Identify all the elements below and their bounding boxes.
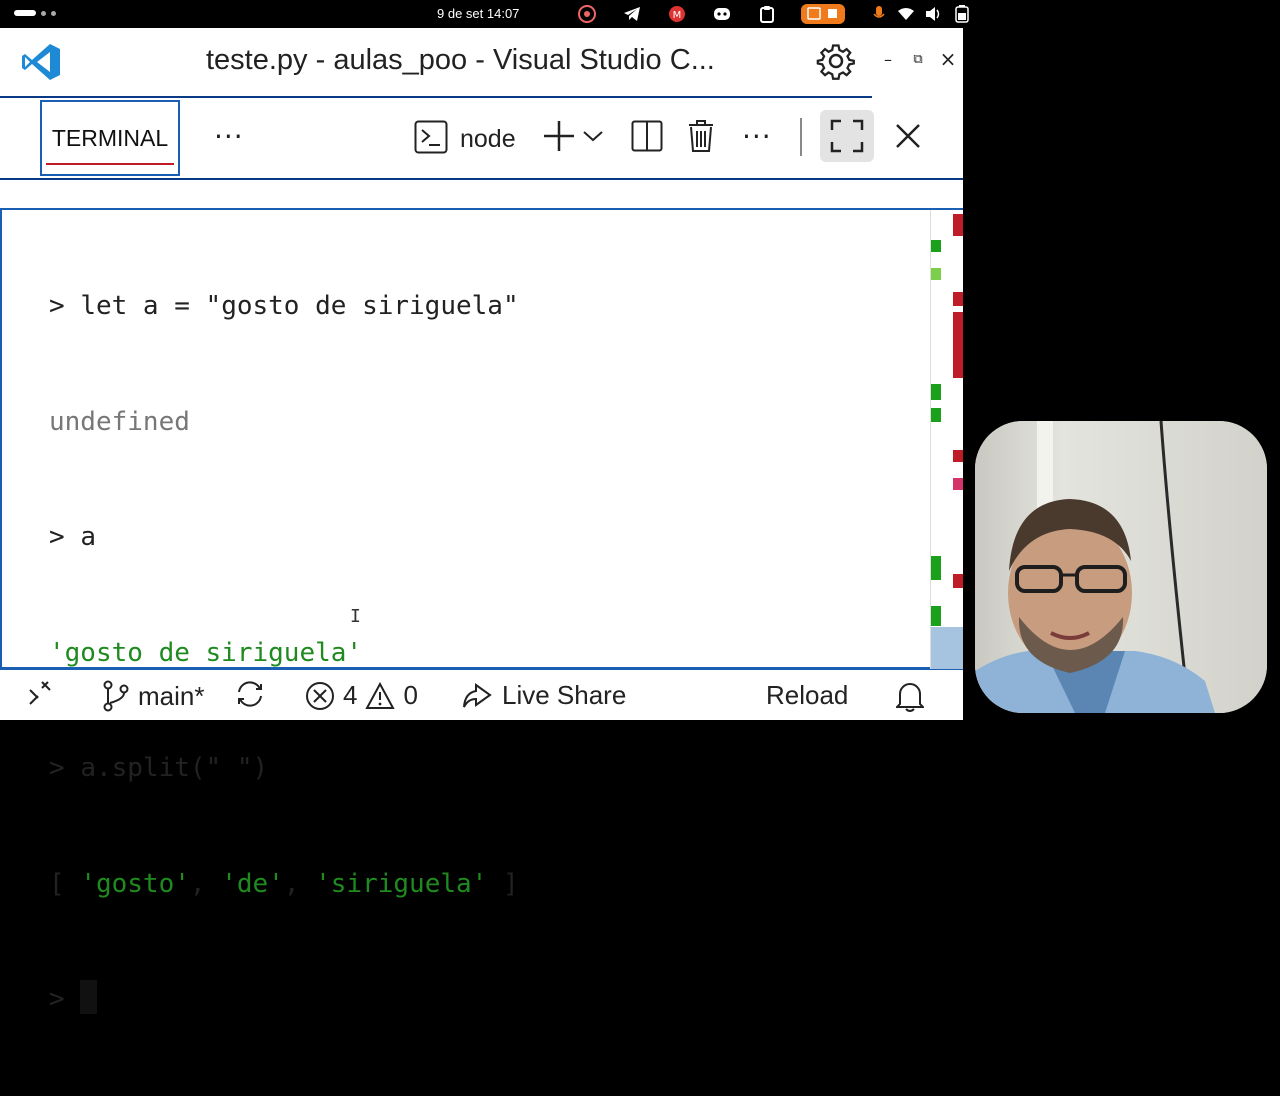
- terminal-line: >: [49, 980, 519, 1019]
- terminal-scrollbar[interactable]: [930, 210, 963, 669]
- branch-button[interactable]: main*: [102, 680, 204, 712]
- battery-icon: [951, 4, 973, 24]
- command-text: a: [80, 522, 96, 552]
- maximize-icon: [830, 119, 864, 153]
- maximize-panel-button[interactable]: [820, 110, 874, 162]
- bell-icon: [896, 683, 924, 712]
- error-count: 4: [343, 680, 358, 710]
- trash-icon: [689, 120, 713, 152]
- terminal-area[interactable]: > let a = "gosto de siriguela" undefined…: [0, 208, 963, 1014]
- system-clock: 9 de set 14:07: [437, 6, 520, 21]
- output-text: undefined: [49, 406, 190, 437]
- branch-name: main*: [138, 680, 205, 711]
- scrollbar-thumb[interactable]: [931, 627, 963, 669]
- warning-count: 0: [403, 680, 418, 710]
- problems-button[interactable]: 4 0: [305, 680, 418, 711]
- mouse-ibeam-cursor: I: [350, 606, 361, 627]
- terminal-line: > let a = "gosto de siriguela": [49, 287, 519, 326]
- system-status-bar: 9 de set 14:07 M: [0, 0, 969, 28]
- telegram-icon: [621, 4, 643, 24]
- terminal-line: undefined: [49, 403, 519, 442]
- prompt: >: [49, 291, 81, 321]
- git-branch-icon: [103, 680, 129, 712]
- terminal-line: 'gosto de siriguela': [49, 634, 519, 673]
- svg-text:M: M: [673, 10, 682, 21]
- command-text: let a = "gosto de siriguela": [80, 291, 519, 321]
- array-separator: ,: [283, 868, 316, 899]
- array-close: ]: [487, 868, 519, 899]
- microphone-icon: [868, 4, 890, 24]
- remote-icon: [29, 681, 51, 705]
- window-title: teste.py - aulas_poo - Visual Studio C..…: [206, 44, 715, 76]
- discord-icon: [711, 4, 733, 24]
- prompt: >: [49, 753, 81, 783]
- array-item: 'siriguela': [315, 868, 488, 899]
- split-terminal-button[interactable]: [629, 118, 665, 154]
- restore-button[interactable]: ⧉: [908, 52, 928, 67]
- terminal-line: [ 'gosto', 'de', 'siriguela' ]: [49, 865, 519, 904]
- reload-label: Reload: [766, 680, 849, 710]
- volume-icon: [923, 4, 945, 24]
- reload-button[interactable]: Reload: [766, 680, 848, 711]
- live-share-button[interactable]: Live Share: [462, 680, 626, 711]
- terminal-selector[interactable]: node: [414, 120, 516, 158]
- sync-icon: [238, 681, 262, 707]
- terminal-dropdown-button[interactable]: [578, 118, 608, 154]
- prompt: >: [49, 984, 81, 1014]
- app-indicator-dots: [14, 10, 56, 16]
- terminal-output: > let a = "gosto de siriguela" undefined…: [49, 210, 519, 1096]
- panel-divider: [0, 178, 963, 180]
- panel-header: TERMINAL ··· node ···: [0, 98, 963, 178]
- obs-icon: [576, 4, 598, 24]
- sync-button[interactable]: [234, 680, 266, 708]
- terminal-line: > a: [49, 518, 519, 557]
- live-share-label: Live Share: [502, 680, 627, 710]
- split-icon: [631, 120, 663, 152]
- close-panel-button[interactable]: [890, 118, 926, 154]
- terminal-name: node: [460, 124, 516, 153]
- wifi-icon: [895, 4, 917, 24]
- terminal-prompt-icon: [414, 120, 448, 158]
- toolbar-separator: [800, 118, 802, 156]
- gmail-icon: M: [666, 4, 688, 24]
- minimize-button[interactable]: –: [878, 50, 898, 69]
- panel-more-actions-button[interactable]: ···: [742, 120, 772, 153]
- text-cursor: [80, 980, 98, 1014]
- remote-button[interactable]: [28, 680, 54, 706]
- cast-icon: [801, 4, 845, 24]
- array-item: 'de': [221, 868, 284, 899]
- array-open: [: [49, 868, 81, 899]
- close-window-button[interactable]: ×: [938, 47, 958, 71]
- command-text: a.split(" "): [80, 753, 269, 783]
- active-tab-indicator: [46, 163, 174, 165]
- webcam-overlay: [975, 421, 1267, 713]
- array-separator: ,: [189, 868, 222, 899]
- webcam-video: [975, 421, 1267, 713]
- notifications-button[interactable]: [896, 680, 924, 712]
- close-icon: [896, 124, 920, 148]
- terminal-line: > a.split(" "): [49, 749, 519, 788]
- tab-terminal-label: TERMINAL: [51, 124, 169, 151]
- chevron-down-icon: [583, 131, 603, 142]
- warning-icon: [365, 681, 396, 709]
- plus-icon: [544, 121, 574, 151]
- vscode-window: teste.py - aulas_poo - Visual Studio C..…: [0, 28, 963, 1014]
- array-item: 'gosto': [80, 868, 190, 899]
- vscode-logo-icon: [20, 42, 62, 82]
- new-terminal-button[interactable]: [541, 118, 577, 154]
- error-icon: [306, 681, 334, 710]
- clipboard-icon: [756, 4, 778, 24]
- prompt: >: [49, 522, 81, 552]
- output-text: 'gosto de siriguela': [49, 637, 363, 668]
- panel-more-button[interactable]: ···: [214, 120, 244, 153]
- kill-terminal-button[interactable]: [683, 118, 719, 154]
- tab-terminal[interactable]: TERMINAL: [40, 100, 180, 176]
- live-share-icon: [463, 682, 492, 707]
- status-bar: main* 4 0 Live Share Reload: [0, 672, 963, 720]
- title-bar: teste.py - aulas_poo - Visual Studio C..…: [0, 28, 963, 96]
- gear-icon[interactable]: [816, 41, 856, 81]
- notification-icons: M: [576, 4, 979, 24]
